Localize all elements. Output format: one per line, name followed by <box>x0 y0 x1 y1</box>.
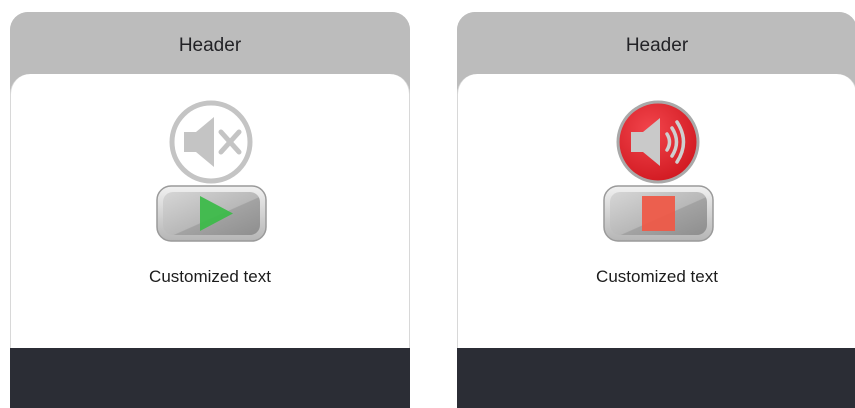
right-panel: Header Customized text <box>457 12 855 408</box>
panel-footer <box>10 348 410 408</box>
speaker-sound-icon[interactable] <box>615 99 701 185</box>
panel-header: Header <box>10 12 410 76</box>
panel-footer <box>457 348 855 408</box>
header-title: Header <box>625 35 689 56</box>
panel-header: Header <box>457 12 855 76</box>
caption-text: Customized text <box>596 267 718 286</box>
play-button[interactable] <box>156 185 267 242</box>
stop-icon <box>642 196 675 231</box>
panel-body: Customized text <box>457 74 855 348</box>
left-panel: Header Customized text <box>10 12 410 408</box>
header-title: Header <box>178 35 242 56</box>
speaker-muted-icon[interactable] <box>168 99 254 185</box>
panel-body: Customized text <box>10 74 410 348</box>
caption-text: Customized text <box>149 267 271 286</box>
stop-button[interactable] <box>603 185 714 242</box>
